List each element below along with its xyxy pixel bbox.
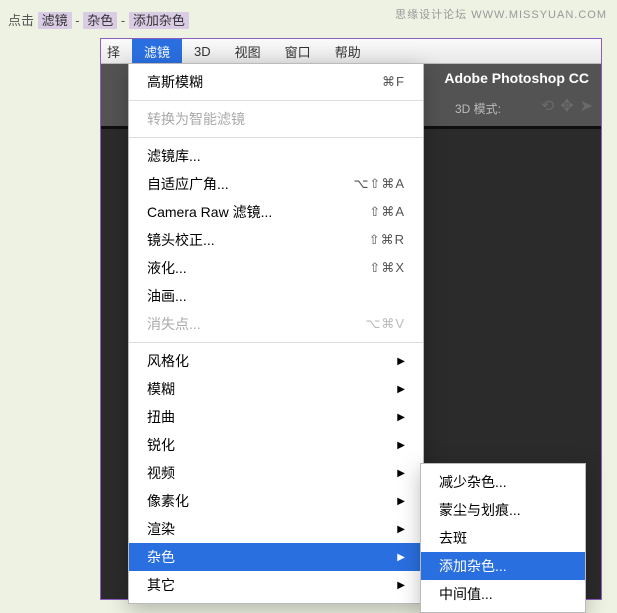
menu-label: 视频 [147,463,175,483]
menu-label: 蒙尘与划痕... [439,500,521,520]
menu-label: 去斑 [439,528,467,548]
pan-icon[interactable]: ✥ [560,96,573,116]
menu-label: 添加杂色... [439,556,507,576]
menu-shortcut: ⇧⌘R [369,232,405,248]
filter-menu-dropdown: 高斯模糊 ⌘F 转换为智能滤镜 滤镜库... 自适应广角... ⌥⇧⌘A Cam… [128,63,424,604]
menu-separator [129,100,423,101]
instruction-tag-noise: 杂色 [83,12,117,29]
menu-separator [129,342,423,343]
noise-submenu: 减少杂色... 蒙尘与划痕... 去斑 添加杂色... 中间值... [420,463,586,613]
menu-select-truncated[interactable]: 择 [101,39,132,63]
menu-window[interactable]: 窗口 [273,39,323,63]
menu-label: 转换为智能滤镜 [147,109,245,129]
menu-label: 减少杂色... [439,472,507,492]
menu-label: 油画... [147,286,187,306]
menu-pixelate[interactable]: 像素化 ▶ [129,487,423,515]
menu-oil-paint[interactable]: 油画... [129,282,423,310]
menu-shortcut: ⇧⌘A [369,204,405,220]
menu-convert-smart-filter: 转换为智能滤镜 [129,105,423,133]
menu-label: 扭曲 [147,407,175,427]
menu-label: 风格化 [147,351,189,371]
submenu-despeckle[interactable]: 去斑 [421,524,585,552]
submenu-arrow-icon: ▶ [397,580,405,591]
3d-mode-label: 3D 模式: [455,100,501,117]
menu-blur[interactable]: 模糊 ▶ [129,375,423,403]
submenu-arrow-icon: ▶ [397,524,405,535]
orbit-icon[interactable]: ⟲ [541,96,554,116]
menu-filter-gallery[interactable]: 滤镜库... [129,142,423,170]
submenu-add-noise[interactable]: 添加杂色... [421,552,585,580]
menu-3d[interactable]: 3D [182,39,223,63]
submenu-arrow-icon: ▶ [397,384,405,395]
submenu-arrow-icon: ▶ [397,356,405,367]
menu-stylize[interactable]: 风格化 ▶ [129,347,423,375]
instruction-tag-addnoise: 添加杂色 [129,12,189,29]
menu-lens-correction[interactable]: 镜头校正... ⇧⌘R [129,226,423,254]
submenu-median[interactable]: 中间值... [421,580,585,608]
menu-liquify[interactable]: 液化... ⇧⌘X [129,254,423,282]
menu-label: 消失点... [147,314,201,334]
submenu-arrow-icon: ▶ [397,440,405,451]
submenu-dust-scratches[interactable]: 蒙尘与划痕... [421,496,585,524]
submenu-arrow-icon: ▶ [397,412,405,423]
menu-noise[interactable]: 杂色 ▶ [129,543,423,571]
watermark: 思缘设计论坛 WWW.MISSYUAN.COM [395,6,607,22]
menu-label: 渲染 [147,519,175,539]
menu-shortcut: ⌥⌘V [365,316,405,332]
menu-label: 其它 [147,575,175,595]
menu-filter[interactable]: 滤镜 [132,39,182,63]
zoom-icon[interactable]: ➤ [580,96,593,116]
menu-camera-raw[interactable]: Camera Raw 滤镜... ⇧⌘A [129,198,423,226]
menu-shortcut: ⌥⇧⌘A [353,176,405,192]
menu-distort[interactable]: 扭曲 ▶ [129,403,423,431]
submenu-arrow-icon: ▶ [397,468,405,479]
app-title: Adobe Photoshop CC [444,70,589,86]
instruction-sep2: - [121,13,129,28]
menu-video[interactable]: 视频 ▶ [129,459,423,487]
menu-bar: 择 滤镜 3D 视图 窗口 帮助 [101,39,601,64]
instruction-tag-filter: 滤镜 [38,12,72,29]
submenu-reduce-noise[interactable]: 减少杂色... [421,468,585,496]
menu-separator [129,137,423,138]
menu-label: 像素化 [147,491,189,511]
menu-label: 锐化 [147,435,175,455]
3d-mode-icons: ⟲ ✥ ➤ [541,96,593,116]
menu-view[interactable]: 视图 [223,39,273,63]
instruction-line: 点击 滤镜 - 杂色 - 添加杂色 [8,10,189,29]
menu-shortcut: ⇧⌘X [369,260,405,276]
instruction-prefix: 点击 [8,13,34,28]
menu-vanishing-point: 消失点... ⌥⌘V [129,310,423,338]
menu-other[interactable]: 其它 ▶ [129,571,423,599]
app-window: 择 滤镜 3D 视图 窗口 帮助 Adobe Photoshop CC 3D 模… [100,38,602,600]
menu-shortcut: ⌘F [382,74,405,90]
menu-label: Camera Raw 滤镜... [147,202,272,222]
menu-label: 液化... [147,258,187,278]
menu-label: 中间值... [439,584,493,604]
menu-label: 自适应广角... [147,174,229,194]
menu-help[interactable]: 帮助 [323,39,373,63]
menu-label: 滤镜库... [147,146,201,166]
menu-render[interactable]: 渲染 ▶ [129,515,423,543]
menu-label: 镜头校正... [147,230,215,250]
menu-label: 模糊 [147,379,175,399]
menu-label: 杂色 [147,547,175,567]
menu-adaptive-wide-angle[interactable]: 自适应广角... ⌥⇧⌘A [129,170,423,198]
menu-label: 高斯模糊 [147,72,203,92]
submenu-arrow-icon: ▶ [397,496,405,507]
menu-sharpen[interactable]: 锐化 ▶ [129,431,423,459]
menu-last-filter[interactable]: 高斯模糊 ⌘F [129,68,423,96]
submenu-arrow-icon: ▶ [397,552,405,563]
